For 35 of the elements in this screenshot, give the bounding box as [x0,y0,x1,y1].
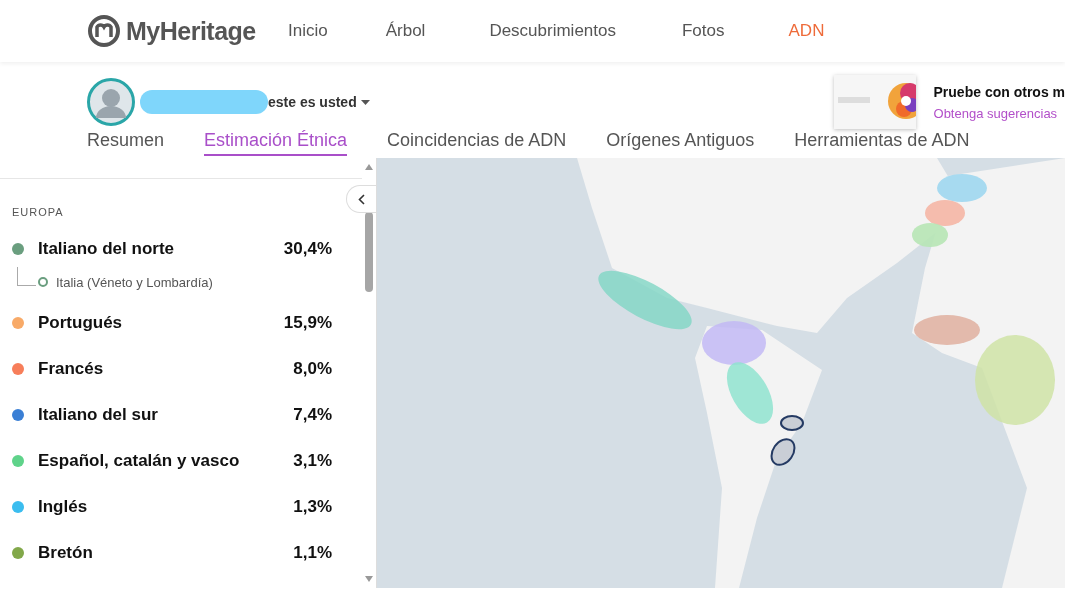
nav-link[interactable]: Árbol [375,21,436,41]
percentage: 7,4% [293,405,332,425]
tab[interactable]: Resumen [87,130,165,154]
ethnicity-name[interactable]: Francés [38,359,104,379]
logo-text[interactable]: MyHeritage [126,16,256,46]
chevron-left-icon [358,193,365,205]
suggestions-link[interactable]: Obtenga sugerencias [933,105,1065,121]
tab[interactable]: Herramientas de ADN [794,130,970,154]
collapse-button[interactable] [346,185,376,213]
region-heading: EUROPA [12,206,64,218]
sub-region-name[interactable]: Italia (Véneto y Lombardía) [56,274,213,290]
tab[interactable]: Coincidencias de ADN [387,130,567,154]
tab[interactable]: Orígenes Antiguos [606,130,755,154]
percentage: 15,9% [283,313,332,333]
nav-link[interactable]: Descubrimientos [479,21,626,41]
percentage: 1,1% [293,543,332,563]
logo-icon [88,15,122,47]
ethnicity-name[interactable]: Bretón [38,543,93,563]
ethnicity-name[interactable]: Español, catalán y vasco [38,451,240,471]
nav-link[interactable]: Fotos [672,21,735,41]
profile-label[interactable]: este es usted [268,94,357,110]
connector-line [17,266,36,286]
promo-title: Pruebe con otros m [933,83,1065,100]
ethnicity-name[interactable]: Italiano del sur [38,405,158,425]
percentage: 1,3% [293,497,332,517]
ethnicity-name[interactable]: Portugués [38,313,123,333]
percentage: 30,4% [283,239,332,259]
ethnicity-name[interactable]: Italiano del norte [38,239,175,259]
ethnicity-name[interactable]: Inglés [38,497,88,517]
caret-icon[interactable] [360,99,370,105]
nav-link[interactable]: Inicio [278,21,338,41]
avatar[interactable] [87,78,135,126]
percentage: 3,1% [293,451,332,471]
percentage: 8,0% [293,359,332,379]
tab[interactable]: Estimación Étnica [204,130,348,156]
